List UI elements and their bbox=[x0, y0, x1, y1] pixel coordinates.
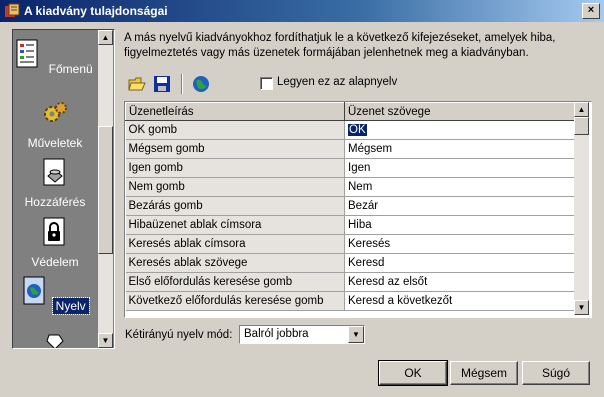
message-table: Üzenetleírás Üzenet szövege OK gomb OK Mé… bbox=[125, 102, 575, 311]
scroll-thumb[interactable] bbox=[98, 126, 113, 254]
nav-item-access[interactable]: Hozzáférés bbox=[13, 156, 97, 210]
scroll-thumb[interactable] bbox=[574, 117, 589, 135]
nav-label: Hozzáférés bbox=[24, 195, 86, 209]
message-text[interactable]: Igen bbox=[344, 158, 575, 178]
default-language-checkbox[interactable] bbox=[260, 77, 273, 90]
message-description: Nem gomb bbox=[125, 177, 345, 197]
message-description: Bezárás gomb bbox=[125, 196, 345, 216]
table-row[interactable]: OK gomb OK bbox=[125, 120, 575, 140]
nav-item-main-menu[interactable]: Főmenü bbox=[13, 38, 97, 77]
nav-item-protection[interactable]: Védelem bbox=[13, 216, 97, 270]
table-row[interactable]: Keresés ablak szövege Keresd bbox=[125, 253, 575, 273]
disk-access-icon bbox=[43, 158, 65, 186]
table-row[interactable]: Nem gomb Nem bbox=[125, 177, 575, 197]
message-description: Keresés ablak szövege bbox=[125, 253, 345, 273]
scroll-up-button[interactable]: ▲ bbox=[574, 102, 589, 117]
column-header-text[interactable]: Üzenet szövege bbox=[344, 102, 575, 121]
document-list-icon bbox=[16, 39, 38, 68]
message-text[interactable]: Keresd a következőt bbox=[344, 291, 575, 311]
globe-icon[interactable] bbox=[192, 75, 210, 93]
save-disk-icon[interactable] bbox=[153, 75, 171, 93]
toolbar-separator bbox=[181, 74, 183, 94]
nav-item-language[interactable]: Nyelv bbox=[13, 275, 97, 315]
nav-label: Védelem bbox=[31, 255, 79, 269]
message-grid[interactable]: Üzenetleírás Üzenet szövege OK gomb OK Mé… bbox=[124, 101, 592, 318]
window-title: A kiadvány tulajdonságai bbox=[24, 4, 168, 18]
message-text-cell[interactable]: OK bbox=[344, 120, 575, 140]
nav-label: Műveletek bbox=[27, 136, 83, 150]
chevron-down-icon[interactable]: ▼ bbox=[348, 326, 364, 343]
bidi-mode-value: Balról jobbra bbox=[244, 328, 309, 340]
message-text[interactable]: Hiba bbox=[344, 215, 575, 235]
table-row[interactable]: Mégsem gomb Mégsem bbox=[125, 139, 575, 159]
open-folder-icon[interactable] bbox=[128, 75, 146, 93]
message-description: Hibaüzenet ablak címsora bbox=[125, 215, 345, 235]
message-text[interactable]: Mégsem bbox=[344, 139, 575, 159]
nav-item-more[interactable] bbox=[13, 333, 97, 348]
lock-icon bbox=[43, 217, 65, 246]
column-header-description[interactable]: Üzenetleírás bbox=[125, 102, 345, 121]
close-button[interactable]: × bbox=[582, 3, 600, 19]
ok-button[interactable]: OK bbox=[378, 360, 448, 386]
nav-scrollbar[interactable]: ▲ ▼ bbox=[98, 30, 113, 348]
scroll-down-button[interactable]: ▼ bbox=[574, 300, 589, 315]
message-description: Keresés ablak címsora bbox=[125, 234, 345, 254]
message-description: Következő előfordulás keresése gomb bbox=[125, 291, 345, 311]
nav-item-operations[interactable]: Műveletek bbox=[13, 97, 97, 151]
table-row[interactable]: Hibaüzenet ablak címsora Hiba bbox=[125, 215, 575, 235]
message-description: Mégsem gomb bbox=[125, 139, 345, 159]
nav-label: Főmenü bbox=[48, 62, 93, 76]
message-text[interactable]: Nem bbox=[344, 177, 575, 197]
default-language-label: Legyen ez az alapnyelv bbox=[277, 76, 398, 88]
table-row[interactable]: Keresés ablak címsora Keresés bbox=[125, 234, 575, 254]
scroll-down-button[interactable]: ▼ bbox=[98, 333, 113, 348]
message-text[interactable]: Bezár bbox=[344, 196, 575, 216]
table-row[interactable]: Első előfordulás keresése gomb Keresd az … bbox=[125, 272, 575, 292]
scroll-up-button[interactable]: ▲ bbox=[98, 30, 113, 45]
help-button[interactable]: Súgó bbox=[522, 361, 590, 385]
grid-scrollbar[interactable]: ▲ ▼ bbox=[574, 102, 589, 315]
message-text[interactable]: Keresd az elsőt bbox=[344, 272, 575, 292]
gears-icon bbox=[44, 102, 67, 122]
table-row[interactable]: Bezárás gomb Bezár bbox=[125, 196, 575, 216]
title-bar[interactable]: A kiadvány tulajdonságai × bbox=[0, 0, 604, 22]
category-panel: Főmenü Műveletek Hozzáférés Védelem Nyel… bbox=[12, 29, 115, 349]
globe-icon bbox=[23, 276, 45, 305]
message-text[interactable]: Keresés bbox=[344, 234, 575, 254]
message-description: Első előfordulás keresése gomb bbox=[125, 272, 345, 292]
bidi-mode-label: Kétirányú nyelv mód: bbox=[125, 329, 233, 341]
table-row[interactable]: Igen gomb Igen bbox=[125, 158, 575, 178]
cancel-button[interactable]: Mégsem bbox=[450, 361, 518, 385]
message-text[interactable]: OK bbox=[348, 124, 367, 136]
app-icon bbox=[5, 3, 20, 17]
message-description: OK gomb bbox=[125, 120, 345, 140]
message-description: Igen gomb bbox=[125, 158, 345, 178]
nav-label: Nyelv bbox=[51, 297, 90, 315]
table-header-row: Üzenetleírás Üzenet szövege bbox=[125, 102, 575, 121]
message-text[interactable]: Keresd bbox=[344, 253, 575, 273]
bidi-mode-select[interactable]: Balról jobbra ▼ bbox=[239, 325, 365, 344]
close-icon: × bbox=[587, 4, 595, 16]
table-row[interactable]: Következő előfordulás keresése gomb Keres… bbox=[125, 291, 575, 311]
description-text: A más nyelvű kiadványokhoz fordíthatjuk … bbox=[124, 32, 556, 59]
document-icon bbox=[46, 334, 64, 348]
